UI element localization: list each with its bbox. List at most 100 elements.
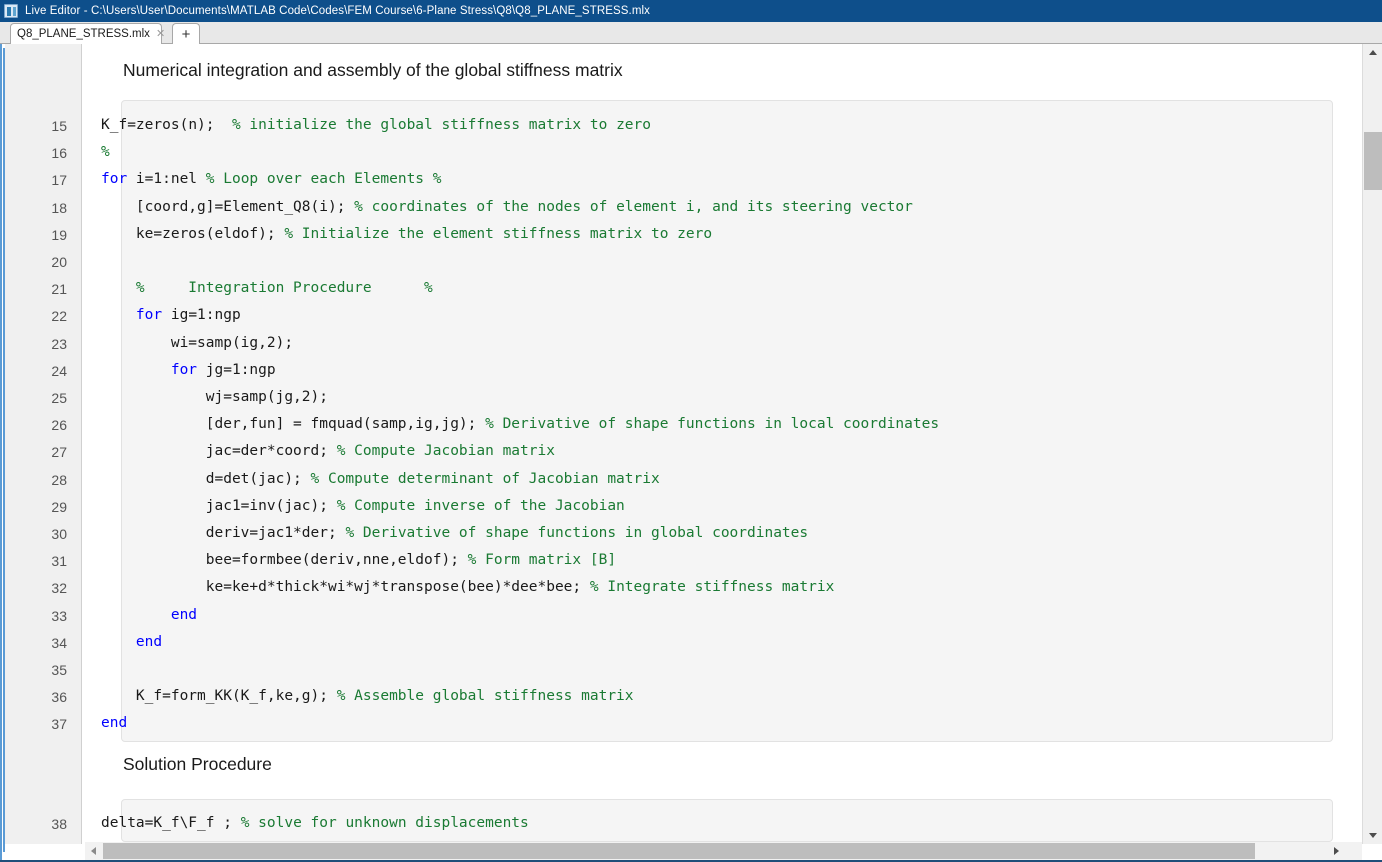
code-line[interactable]: end xyxy=(101,635,162,649)
horizontal-scrollbar-thumb[interactable] xyxy=(103,843,1255,859)
line-number: 31 xyxy=(51,554,67,568)
vertical-scrollbar-thumb[interactable] xyxy=(1364,132,1382,190)
code-line[interactable]: bee=formbee(deriv,nne,eldof); % Form mat… xyxy=(101,553,616,567)
line-number: 21 xyxy=(51,282,67,296)
window-title-bar: Live Editor - C:\Users\User\Documents\MA… xyxy=(0,0,1382,22)
line-number: 27 xyxy=(51,445,67,459)
code-line[interactable]: deriv=jac1*der; % Derivative of shape fu… xyxy=(101,526,808,540)
code-line[interactable]: for ig=1:ngp xyxy=(101,308,241,322)
new-tab-button[interactable]: + xyxy=(172,23,200,44)
line-number: 29 xyxy=(51,500,67,514)
code-line[interactable]: end xyxy=(101,608,197,622)
code-token-plain xyxy=(101,607,171,623)
scroll-left-arrow-icon[interactable] xyxy=(85,842,102,860)
line-number: 25 xyxy=(51,391,67,405)
code-token-plain: jac=der*coord; xyxy=(101,443,337,459)
close-icon[interactable]: ✕ xyxy=(156,29,165,40)
code-line[interactable]: for jg=1:ngp xyxy=(101,363,276,377)
line-number: 26 xyxy=(51,418,67,432)
code-line[interactable]: % xyxy=(101,145,110,159)
matlab-live-editor-icon xyxy=(4,4,18,18)
window-title: Live Editor - C:\Users\User\Documents\MA… xyxy=(25,5,650,17)
tab-q8-plane-stress[interactable]: Q8_PLANE_STRESS.mlx ✕ xyxy=(10,23,162,44)
code-token-comment: % initialize the global stiffness matrix… xyxy=(232,117,651,133)
code-token-keyword: end xyxy=(136,634,162,650)
code-token-keyword: for xyxy=(171,362,197,378)
line-number: 23 xyxy=(51,337,67,351)
code-line[interactable]: ke=ke+d*thick*wi*wj*transpose(bee)*dee*b… xyxy=(101,580,834,594)
code-line[interactable]: % Integration Procedure % xyxy=(101,281,433,295)
code-token-plain: delta=K_f\F_f ; xyxy=(101,815,241,831)
line-number: 15 xyxy=(51,119,67,133)
line-number: 30 xyxy=(51,527,67,541)
code-token-comment: % solve for unknown displacements xyxy=(241,815,529,831)
line-number: 19 xyxy=(51,228,67,242)
code-token-comment: % Compute Jacobian matrix xyxy=(337,443,555,459)
line-number-gutter: 1516171819202122232425262728293031323334… xyxy=(5,44,82,844)
line-number: 38 xyxy=(51,817,67,831)
code-token-plain: i=1:nel xyxy=(127,171,206,187)
code-line[interactable]: for i=1:nel % Loop over each Elements % xyxy=(101,172,441,186)
line-number: 32 xyxy=(51,581,67,595)
code-token-plain: K_f=form_KK(K_f,ke,g); xyxy=(101,688,337,704)
code-line[interactable]: delta=K_f\F_f ; % solve for unknown disp… xyxy=(101,816,529,830)
line-number: 17 xyxy=(51,173,67,187)
code-token-comment: % Compute inverse of the Jacobian xyxy=(337,498,625,514)
section-heading: Solution Procedure xyxy=(123,754,272,775)
line-number: 33 xyxy=(51,609,67,623)
code-line[interactable]: [der,fun] = fmquad(samp,ig,jg); % Deriva… xyxy=(101,417,939,431)
code-token-plain: ke=zeros(eldof); xyxy=(101,226,284,242)
code-line[interactable]: wi=samp(ig,2); xyxy=(101,336,293,350)
code-token-comment: % Initialize the element stiffness matri… xyxy=(284,226,712,242)
scroll-up-arrow-icon[interactable] xyxy=(1363,44,1382,61)
code-token-var: n xyxy=(188,117,197,133)
section-heading: Numerical integration and assembly of th… xyxy=(123,60,623,81)
line-number: 35 xyxy=(51,663,67,677)
horizontal-scrollbar[interactable] xyxy=(85,842,1362,860)
code-token-plain: [der,fun] = fmquad(samp,ig,jg); xyxy=(101,416,485,432)
code-token-plain: K_f=zeros( xyxy=(101,117,188,133)
vertical-scrollbar[interactable] xyxy=(1362,44,1382,844)
code-token-keyword: for xyxy=(136,307,162,323)
tab-label: Q8_PLANE_STRESS.mlx xyxy=(17,28,150,40)
code-token-comment: % coordinates of the nodes of element i,… xyxy=(354,199,913,215)
document-content[interactable]: Numerical integration and assembly of th… xyxy=(83,44,1346,844)
line-number: 34 xyxy=(51,636,67,650)
code-token-comment: % Derivative of shape functions in globa… xyxy=(345,525,808,541)
line-number: 16 xyxy=(51,146,67,160)
window-left-border xyxy=(0,44,2,862)
scroll-right-arrow-icon[interactable] xyxy=(1328,842,1345,860)
live-editor-canvas: 1516171819202122232425262728293031323334… xyxy=(0,44,1382,862)
code-token-comment: % Loop over each Elements % xyxy=(206,171,442,187)
code-line[interactable]: d=det(jac); % Compute determinant of Jac… xyxy=(101,472,660,486)
code-token-plain: ke=ke+d*thick*wi*wj*transpose(bee)*dee*b… xyxy=(101,579,590,595)
line-number: 18 xyxy=(51,201,67,215)
code-token-plain: bee=formbee(deriv,nne,eldof); xyxy=(101,552,468,568)
code-line[interactable]: jac1=inv(jac); % Compute inverse of the … xyxy=(101,499,625,513)
code-token-keyword: end xyxy=(171,607,197,623)
code-token-comment: % Integration Procedure % xyxy=(101,280,433,296)
code-line[interactable]: end xyxy=(101,716,127,730)
code-line[interactable]: wj=samp(jg,2); xyxy=(101,390,328,404)
plus-icon: + xyxy=(182,27,191,42)
code-line[interactable]: ke=zeros(eldof); % Initialize the elemen… xyxy=(101,227,712,241)
line-number: 28 xyxy=(51,473,67,487)
code-line[interactable]: K_f=zeros(n); % initialize the global st… xyxy=(101,118,651,132)
code-token-plain: wj=samp(jg,2); xyxy=(101,389,328,405)
code-line[interactable]: [coord,g]=Element_Q8(i); % coordinates o… xyxy=(101,200,913,214)
scroll-down-arrow-icon[interactable] xyxy=(1363,827,1382,844)
code-line[interactable]: jac=der*coord; % Compute Jacobian matrix xyxy=(101,444,555,458)
code-token-comment: % Compute determinant of Jacobian matrix xyxy=(311,471,660,487)
tab-strip: Q8_PLANE_STRESS.mlx ✕ + xyxy=(0,22,1382,44)
code-token-plain: wi=samp(ig,2); xyxy=(101,335,293,351)
line-number: 37 xyxy=(51,717,67,731)
code-token-comment: % Assemble global stiffness matrix xyxy=(337,688,634,704)
code-line[interactable]: K_f=form_KK(K_f,ke,g); % Assemble global… xyxy=(101,689,634,703)
code-token-comment: % xyxy=(101,144,110,160)
code-token-comment: % Form matrix [B] xyxy=(468,552,616,568)
code-token-plain xyxy=(101,362,171,378)
line-number: 20 xyxy=(51,255,67,269)
code-token-plain xyxy=(101,634,136,650)
line-number: 22 xyxy=(51,309,67,323)
code-token-plain: jg=1:ngp xyxy=(197,362,276,378)
